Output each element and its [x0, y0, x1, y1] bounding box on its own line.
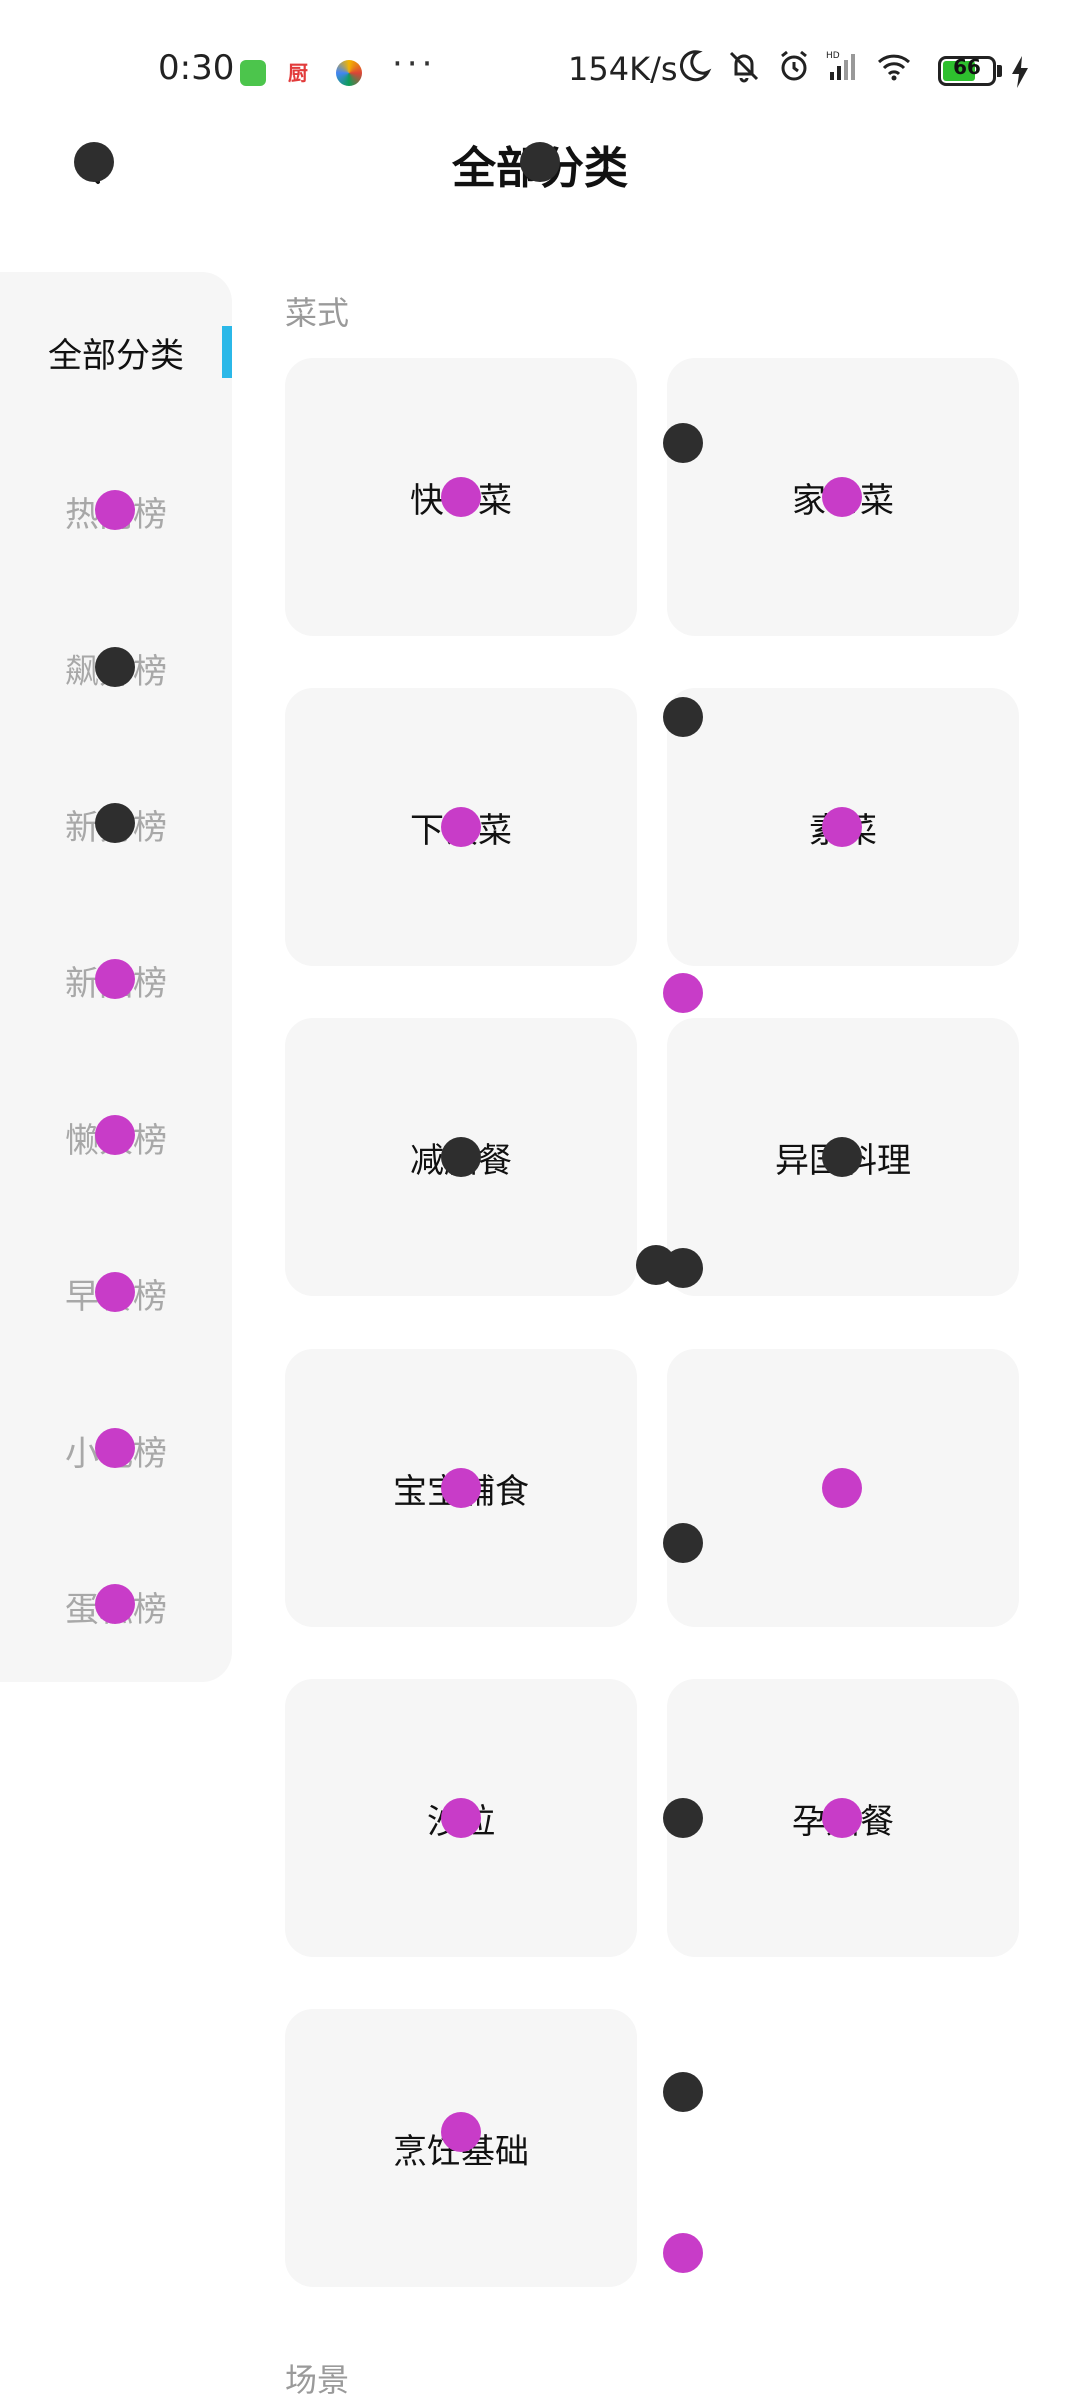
recipe-app-icon-text: 厨: [288, 61, 308, 85]
touch-dot: [520, 142, 560, 182]
touch-dot: [822, 477, 862, 517]
wifi-icon: [876, 48, 912, 84]
touch-dot: [441, 807, 481, 847]
touch-dot: [663, 1248, 703, 1288]
battery-tip: [997, 65, 1002, 77]
bell-muted-icon: [726, 48, 762, 84]
recipe-app-icon: 厨: [288, 60, 314, 86]
touch-dot: [822, 1468, 862, 1508]
status-bar: 0:30 厨 ··· 154K/s HD 66: [0, 0, 1080, 140]
touch-dot: [441, 477, 481, 517]
touch-dot: [663, 1523, 703, 1563]
sidebar-item-all-categories[interactable]: 全部分类: [0, 297, 232, 407]
touch-dot: [663, 697, 703, 737]
sidebar-item-label: 全部分类: [48, 335, 184, 376]
status-time: 0:30: [158, 48, 235, 88]
more-notifications-icon: ···: [392, 44, 437, 84]
touch-dot: [74, 142, 114, 182]
touch-dot: [663, 2072, 703, 2112]
touch-dot: [822, 1137, 862, 1177]
touch-dot: [822, 1798, 862, 1838]
touch-dot: [95, 1272, 135, 1312]
touch-dot: [441, 1798, 481, 1838]
touch-dot: [95, 647, 135, 687]
touch-dot: [95, 490, 135, 530]
svg-text:HD: HD: [826, 51, 840, 61]
touch-dot: [95, 1584, 135, 1624]
touch-dot: [95, 1115, 135, 1155]
battery-icon: 66: [938, 55, 996, 86]
touch-dot: [663, 973, 703, 1013]
touch-dot: [95, 1428, 135, 1468]
app-notification-icon: [240, 60, 266, 86]
touch-dot: [822, 807, 862, 847]
touch-dot: [95, 803, 135, 843]
moon-icon: [676, 48, 712, 84]
touch-dot: [663, 423, 703, 463]
charging-icon: [1008, 54, 1032, 90]
status-icons: HD: [676, 48, 912, 84]
touch-dot: [663, 2233, 703, 2273]
battery-level: 66: [953, 55, 981, 79]
touch-dot: [441, 1137, 481, 1177]
touch-dot: [663, 1798, 703, 1838]
alarm-icon: [776, 48, 812, 84]
sidebar-active-indicator: [222, 326, 232, 378]
section-title-scenes: 场景: [285, 2361, 350, 2399]
touch-dot: [441, 1468, 481, 1508]
section-title-dishes: 菜式: [285, 294, 350, 332]
photos-app-icon: [336, 60, 362, 86]
signal-icon: HD: [826, 48, 862, 84]
touch-dot: [441, 2112, 481, 2152]
network-speed: 154K/s: [568, 50, 678, 88]
touch-dot: [95, 959, 135, 999]
